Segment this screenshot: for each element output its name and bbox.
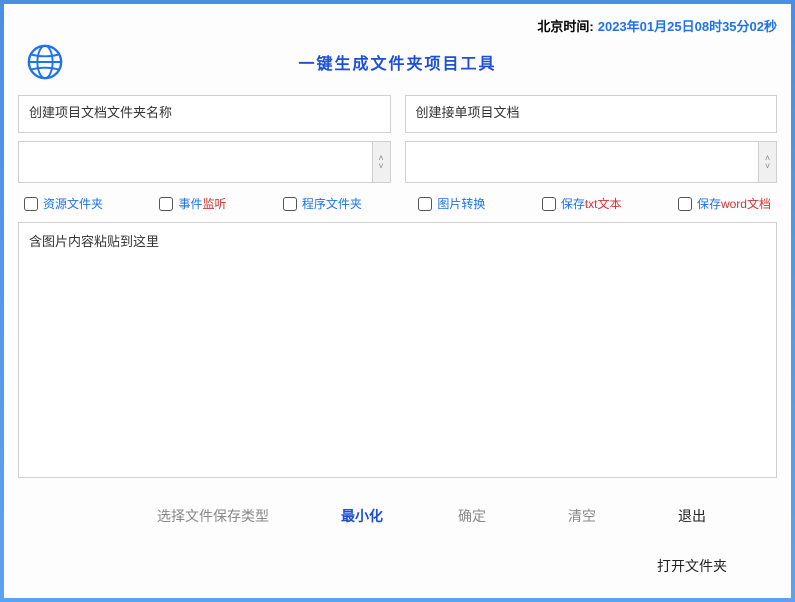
- open-folder-button[interactable]: 打开文件夹: [657, 550, 727, 582]
- checkbox-icon: [159, 197, 173, 211]
- top-bar: 北京时间: 2023年01月25日08时35分02秒: [18, 14, 777, 43]
- check-resource-folder[interactable]: 资源文件夹: [24, 195, 103, 212]
- check-program-folder[interactable]: 程序文件夹: [283, 195, 362, 212]
- check-label: 保存word文档: [697, 195, 771, 212]
- right-combo-text[interactable]: [406, 142, 759, 182]
- right-combo[interactable]: ˄˅: [405, 141, 778, 183]
- check-label: 事件监听: [178, 195, 226, 212]
- paste-placeholder: 含图片内容粘贴到这里: [29, 234, 159, 249]
- confirm-button[interactable]: 确定: [417, 500, 527, 532]
- checkbox-icon: [542, 197, 556, 211]
- time-value: 2023年01月25日08时35分02秒: [598, 16, 777, 35]
- paste-area[interactable]: 含图片内容粘贴到这里: [18, 222, 777, 478]
- app-title: 一键生成文件夹项目工具: [64, 50, 731, 74]
- left-combo-text[interactable]: [19, 142, 372, 182]
- checkbox-icon: [678, 197, 692, 211]
- folder-name-input[interactable]: 创建项目文档文件夹名称: [18, 95, 391, 133]
- check-label: 图片转换: [437, 195, 485, 212]
- globe-icon: [26, 43, 64, 81]
- order-doc-placeholder: 创建接单项目文档: [416, 102, 520, 121]
- button-row: 选择文件保存类型 最小化 确定 清空 退出: [18, 490, 777, 540]
- combo-row: ˄˅ ˄˅: [18, 141, 777, 183]
- check-save-txt[interactable]: 保存txt文本: [542, 195, 622, 212]
- check-save-word[interactable]: 保存word文档: [678, 195, 771, 212]
- folder-name-placeholder: 创建项目文档文件夹名称: [29, 102, 172, 121]
- checkbox-row: 资源文件夹 事件监听 程序文件夹 图片转换 保存txt文本 保存word文档: [18, 193, 777, 222]
- order-doc-input[interactable]: 创建接单项目文档: [405, 95, 778, 133]
- header: 一键生成文件夹项目工具: [18, 43, 777, 95]
- button-row-2: 打开文件夹: [18, 540, 777, 588]
- main-window: 北京时间: 2023年01月25日08时35分02秒 一键生成文件夹项目工具 创…: [4, 4, 791, 598]
- exit-button[interactable]: 退出: [637, 500, 747, 532]
- left-combo[interactable]: ˄˅: [18, 141, 391, 183]
- input-row: 创建项目文档文件夹名称 创建接单项目文档: [18, 95, 777, 133]
- check-label: 资源文件夹: [43, 195, 103, 212]
- left-combo-dropdown[interactable]: ˄˅: [372, 142, 390, 182]
- checkbox-icon: [283, 197, 297, 211]
- minimize-button[interactable]: 最小化: [307, 500, 417, 532]
- clear-button[interactable]: 清空: [527, 500, 637, 532]
- checkbox-icon: [24, 197, 38, 211]
- check-label: 保存txt文本: [561, 195, 622, 212]
- select-save-type-button[interactable]: 选择文件保存类型: [147, 500, 307, 532]
- check-label: 程序文件夹: [302, 195, 362, 212]
- checkbox-icon: [418, 197, 432, 211]
- time-label: 北京时间:: [537, 16, 593, 35]
- check-image-convert[interactable]: 图片转换: [418, 195, 485, 212]
- right-combo-dropdown[interactable]: ˄˅: [758, 142, 776, 182]
- check-event-listen[interactable]: 事件监听: [159, 195, 226, 212]
